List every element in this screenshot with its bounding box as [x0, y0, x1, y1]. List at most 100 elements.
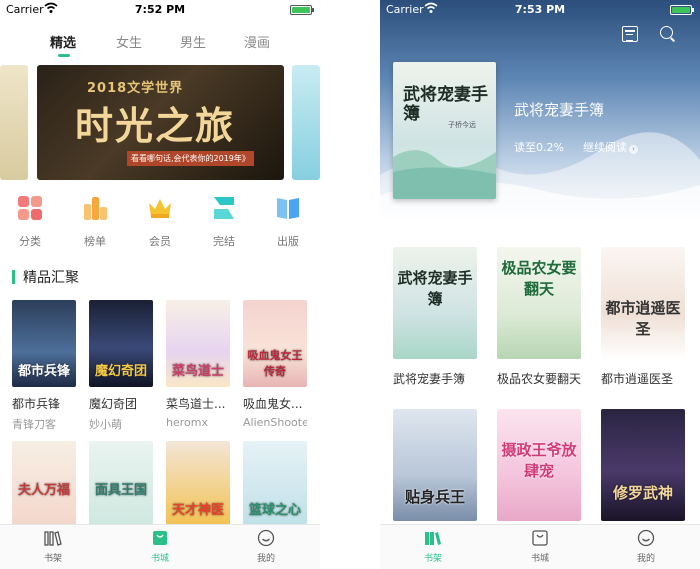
book-title: 都市兵锋 — [12, 397, 61, 411]
smile-icon — [256, 529, 276, 547]
book-card[interactable]: 夫人万福 — [12, 441, 76, 528]
cover-title: 篮球之心 — [248, 503, 301, 518]
category-membership[interactable]: 会员 — [142, 194, 178, 249]
cover-title: 魔幻奇团 — [94, 364, 147, 379]
tab-label: 书架 — [423, 554, 442, 564]
book-cover: 魔幻奇团 — [89, 300, 153, 387]
category-label: 完结 — [213, 235, 235, 248]
book-title: 魔幻奇团 — [89, 397, 138, 411]
tab-mine[interactable]: 我的 — [236, 529, 296, 564]
tab-bookstore[interactable]: 书城 — [130, 529, 190, 564]
cover-landscape — [393, 150, 496, 199]
bookshelf-screen: Carrier 7:53 PM 武将宠妻手簿 子桥今远 武将宠妻手簿 读至0.2… — [380, 0, 700, 569]
category-ranking[interactable]: 榜单 — [77, 194, 113, 249]
status-time: 7:53 PM — [514, 3, 566, 16]
tab-label: 我的 — [256, 554, 275, 564]
book-author: 妙小萌 — [89, 418, 122, 431]
chevron-right-icon: › — [629, 145, 638, 154]
reading-progress: 读至0.2% — [514, 141, 564, 154]
cover-title: 吸血鬼女王传奇 — [247, 349, 303, 378]
category-label: 出版 — [277, 235, 299, 248]
calendar-icon[interactable] — [622, 26, 638, 42]
bottom-tab-bar: 书架 书城 我的 — [380, 524, 700, 569]
category-classify[interactable]: 分类 — [12, 194, 48, 249]
book-card[interactable]: 吸血鬼女王传奇 吸血鬼女... AlienShooter — [243, 300, 307, 429]
store-bag-icon — [530, 529, 550, 547]
banner-next-peek[interactable] — [292, 65, 320, 180]
tab-label: 书城 — [150, 554, 169, 564]
battery-icon — [290, 5, 314, 15]
tab-bookstore[interactable]: 书城 — [510, 529, 570, 564]
active-tab-indicator — [58, 54, 70, 57]
promo-banner[interactable]: 2018文学世界 时光之旅 看看哪句话,会代表你的2019年》 — [37, 65, 284, 180]
continue-reading-label: 继续阅读 — [583, 141, 627, 154]
book-cover: 都市逍遥医圣 — [601, 247, 685, 359]
banner-prev-peek[interactable] — [0, 65, 28, 180]
book-card[interactable]: 魔幻奇团 魔幻奇团 妙小萌 — [89, 300, 153, 432]
tab-female[interactable]: 女生 — [116, 32, 142, 51]
cover-title: 都市逍遥医圣 — [605, 299, 681, 338]
book-title: 菜鸟道士... — [166, 397, 226, 411]
book-cover: 夫人万福 — [12, 441, 76, 528]
book-cover: 武将宠妻手簿 — [393, 247, 477, 359]
cover-title: 夫人万福 — [17, 483, 70, 498]
book-cover: 摄政王爷放肆宠 — [497, 409, 581, 521]
shelf-book[interactable]: 极品农女要翻天 极品农女要翻天 — [497, 247, 581, 387]
search-icon[interactable] — [660, 26, 673, 39]
store-bag-icon — [150, 529, 170, 547]
tab-bookshelf[interactable]: 书架 — [23, 529, 83, 564]
category-completed[interactable]: 完结 — [206, 194, 242, 249]
category-label: 榜单 — [84, 235, 106, 248]
tab-comics[interactable]: 漫画 — [244, 32, 270, 51]
smile-icon — [636, 529, 656, 547]
shelf-book[interactable]: 摄政王爷放肆宠 — [497, 409, 581, 521]
book-title: 吸血鬼女... — [243, 397, 303, 411]
shelf-book[interactable]: 修罗武神 — [601, 409, 685, 521]
category-publishing[interactable]: 出版 — [270, 194, 306, 249]
tab-mine[interactable]: 我的 — [616, 529, 676, 564]
book-card[interactable]: 菜鸟道士 菜鸟道士... heromx — [166, 300, 230, 429]
current-book-cover[interactable]: 武将宠妻手簿 子桥今远 — [393, 62, 496, 199]
tab-featured[interactable]: 精选 — [50, 32, 76, 51]
book-cover: 天才神医 — [166, 441, 230, 528]
cover-author: 子桥今远 — [448, 121, 476, 129]
status-bar: Carrier 7:52 PM — [0, 0, 320, 20]
cover-title: 面具王国 — [94, 483, 147, 498]
cover-title: 武将宠妻手簿 — [403, 85, 488, 124]
book-cover: 都市兵锋 — [12, 300, 76, 387]
crown-icon — [149, 199, 171, 218]
tab-male[interactable]: 男生 — [180, 32, 206, 51]
status-time: 7:52 PM — [134, 3, 186, 16]
section-title: 精品汇聚 — [12, 267, 79, 287]
bottom-tab-bar: 书架 书城 我的 — [0, 524, 320, 569]
cover-title: 贴身兵王 — [404, 488, 465, 506]
book-card[interactable]: 面具王国 — [89, 441, 153, 528]
book-card[interactable]: 都市兵锋 都市兵锋 青锋刀客 — [12, 300, 76, 432]
book-cover: 面具王国 — [89, 441, 153, 528]
tab-bookshelf[interactable]: 书架 — [403, 529, 463, 564]
bookstore-screen: Carrier 7:52 PM 精选 女生 男生 漫画 2018文学世界 时光之… — [0, 0, 320, 569]
cover-title: 修罗武神 — [612, 484, 673, 502]
banner-subline: 看看哪句话,会代表你的2019年》 — [127, 151, 254, 166]
cover-title: 极品农女要翻天 — [501, 259, 577, 298]
current-book-title[interactable]: 武将宠妻手簿 — [514, 99, 604, 120]
book-icon — [277, 198, 299, 219]
book-cover: 贴身兵王 — [393, 409, 477, 521]
category-label: 分类 — [19, 235, 41, 248]
book-title: 都市逍遥医圣 — [601, 372, 674, 386]
screens-container: Carrier 7:52 PM 精选 女生 男生 漫画 2018文学世界 时光之… — [0, 0, 700, 569]
shelf-icon — [43, 529, 63, 547]
book-card[interactable]: 篮球之心 — [243, 441, 307, 528]
continue-reading-button[interactable]: 继续阅读 › — [583, 139, 638, 155]
shelf-book[interactable]: 武将宠妻手簿 武将宠妻手簿 — [393, 247, 477, 387]
shelf-book[interactable]: 贴身兵王 — [393, 409, 477, 521]
shelf-book[interactable]: 都市逍遥医圣 都市逍遥医圣 — [601, 247, 685, 387]
section-accent-bar — [12, 270, 15, 284]
book-card[interactable]: 天才神医 — [166, 441, 230, 528]
battery-icon — [670, 5, 694, 15]
cover-title: 摄政王爷放肆宠 — [501, 441, 577, 480]
shelf-icon — [423, 529, 443, 547]
bar-chart-icon — [84, 197, 107, 220]
cover-title: 菜鸟道士 — [171, 364, 224, 379]
cover-title: 武将宠妻手簿 — [397, 269, 473, 308]
